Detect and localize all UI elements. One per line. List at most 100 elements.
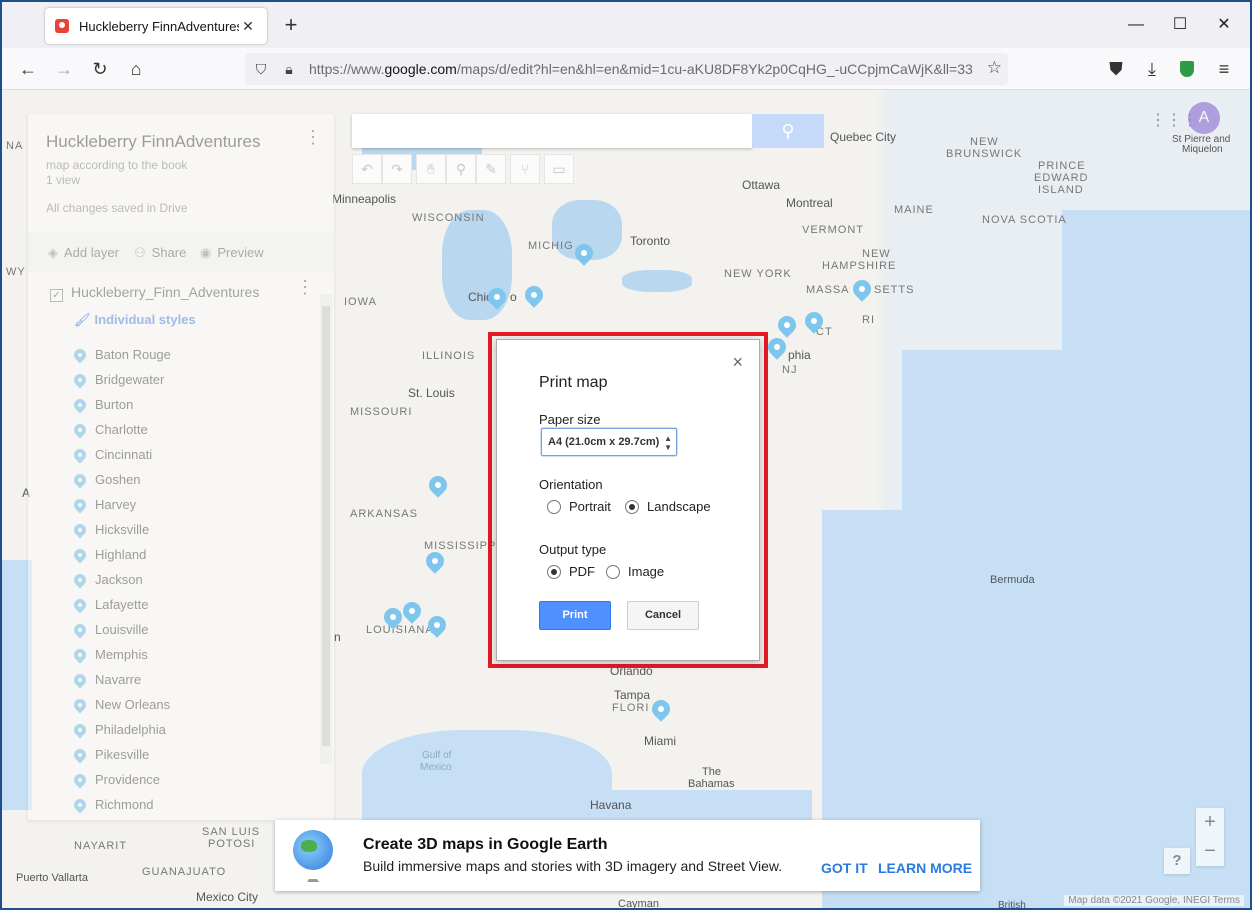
radio-button-selected[interactable]: [625, 499, 639, 514]
layer-header[interactable]: ✓ Huckleberry_Finn_Adventures: [50, 284, 259, 302]
share-button[interactable]: ⚇ Share: [134, 245, 186, 261]
layer-checkbox[interactable]: ✓: [50, 289, 63, 302]
bookmark-star-icon[interactable]: ☆: [987, 58, 1002, 78]
map-pin[interactable]: [425, 472, 451, 498]
map-description[interactable]: map according to the book: [46, 158, 187, 172]
tab-bar: Huckleberry FinnAdventures ✕ + — ☐ ✕: [2, 2, 1250, 48]
undo-icon[interactable]: ↶: [352, 154, 382, 184]
list-item[interactable]: Baton Rouge: [71, 342, 171, 367]
map-pin[interactable]: [422, 548, 448, 574]
map-label: EDWARD: [1034, 172, 1089, 184]
paper-size-label: Paper size: [539, 412, 601, 427]
list-item[interactable]: Providence: [71, 767, 171, 792]
map-label: GUANAJUATO: [142, 866, 227, 878]
map-attribution[interactable]: Map data ©2021 Google, INEGI Terms: [1064, 895, 1244, 906]
browser-tab[interactable]: Huckleberry FinnAdventures ✕: [45, 8, 267, 44]
forward-icon[interactable]: →: [52, 57, 76, 81]
window-close-button[interactable]: ✕: [1212, 14, 1236, 36]
reload-icon[interactable]: ↻: [88, 57, 112, 81]
panel-scrollbar[interactable]: [320, 294, 332, 764]
got-it-button[interactable]: GOT IT: [821, 860, 868, 876]
zoom-in-button[interactable]: +: [1196, 808, 1224, 837]
google-earth-banner: Create 3D maps in Google Earth Build imm…: [275, 820, 980, 891]
cancel-button[interactable]: Cancel: [627, 601, 699, 630]
map-label: WISCONSIN: [412, 212, 485, 224]
select-arrows-icon: ▲ ▼: [664, 434, 672, 452]
individual-styles-link[interactable]: 🖌︎ Individual styles: [74, 312, 196, 328]
marker-icon: [71, 471, 89, 488]
pdf-radio[interactable]: PDF: [547, 564, 595, 579]
redo-icon[interactable]: ↷: [382, 154, 412, 184]
map-pin[interactable]: [521, 282, 547, 308]
map-pin[interactable]: [399, 598, 425, 624]
menu-icon[interactable]: ≡: [1212, 57, 1236, 81]
url-text[interactable]: https://www.google.com/maps/d/edit?hl=en…: [309, 61, 974, 77]
new-tab-button[interactable]: +: [280, 14, 302, 36]
more-options-icon[interactable]: ⋮: [304, 128, 322, 146]
list-item[interactable]: Goshen: [71, 467, 171, 492]
zoom-out-button[interactable]: −: [1196, 837, 1224, 866]
image-radio[interactable]: Image: [606, 564, 664, 579]
minimize-button[interactable]: —: [1124, 14, 1148, 36]
lock-icon[interactable]: 🔒︎: [277, 61, 301, 78]
add-marker-icon[interactable]: ⚲: [446, 154, 476, 184]
maximize-button[interactable]: ☐: [1168, 14, 1192, 36]
directions-icon[interactable]: ⑂: [510, 154, 540, 184]
downloads-icon[interactable]: ⤓: [1140, 57, 1164, 81]
map-pin[interactable]: [774, 312, 800, 338]
hand-pan-icon[interactable]: ✋︎: [416, 154, 446, 184]
draw-line-icon[interactable]: ✎: [476, 154, 506, 184]
radio-button[interactable]: [547, 499, 561, 514]
list-item[interactable]: Navarre: [71, 667, 171, 692]
map-search-input[interactable]: [352, 114, 752, 148]
tab-close-icon[interactable]: ✕: [239, 18, 257, 35]
layer-options-icon[interactable]: ⋮: [296, 278, 314, 296]
map-pin[interactable]: [849, 276, 875, 302]
ruler-icon[interactable]: ▭: [544, 154, 574, 184]
learn-more-button[interactable]: LEARN MORE: [878, 860, 972, 876]
map-label: SETTS: [874, 284, 915, 296]
list-item[interactable]: Charlotte: [71, 417, 171, 442]
list-item[interactable]: Jackson: [71, 567, 171, 592]
dialog-close-button[interactable]: ×: [732, 352, 743, 373]
avatar[interactable]: A: [1188, 102, 1220, 134]
print-button[interactable]: Print: [539, 601, 611, 630]
map-label: Miquelon: [1182, 144, 1223, 155]
landscape-radio[interactable]: Landscape: [625, 499, 711, 514]
map-label: NEW: [862, 248, 891, 260]
add-layer-button[interactable]: ◈ Add layer: [48, 245, 119, 261]
back-icon[interactable]: ←: [16, 57, 40, 81]
preview-button[interactable]: ◉ Preview: [200, 245, 264, 261]
map-pin[interactable]: [764, 334, 790, 360]
paper-size-select[interactable]: A4 (21.0cm x 29.7cm) ▲ ▼: [541, 428, 677, 456]
list-item[interactable]: Louisville: [71, 617, 171, 642]
list-item[interactable]: Bridgewater: [71, 367, 171, 392]
tracking-shield-icon[interactable]: ⛉: [249, 61, 273, 78]
radio-button[interactable]: [606, 564, 620, 579]
map-title[interactable]: Huckleberry FinnAdventures: [46, 132, 260, 152]
list-item[interactable]: New Orleans: [71, 692, 171, 717]
add-person-icon: ⚇: [134, 245, 146, 260]
home-icon[interactable]: ⌂: [124, 57, 148, 81]
map-pin[interactable]: [648, 696, 674, 722]
list-item[interactable]: Highland: [71, 542, 171, 567]
list-item[interactable]: Philadelphia: [71, 717, 171, 742]
list-item[interactable]: Cincinnati: [71, 442, 171, 467]
map-label: IOWA: [344, 296, 377, 308]
portrait-radio[interactable]: Portrait: [547, 499, 611, 514]
list-item[interactable]: Memphis: [71, 642, 171, 667]
help-button[interactable]: ?: [1164, 848, 1190, 874]
list-item[interactable]: Hicksville: [71, 517, 171, 542]
pocket-icon[interactable]: ⛊: [1104, 57, 1128, 81]
list-item[interactable]: Harvey: [71, 492, 171, 517]
list-item[interactable]: Richmond: [71, 792, 171, 817]
extension-shield-icon[interactable]: [1180, 61, 1194, 77]
scrollbar-thumb[interactable]: [322, 306, 330, 746]
apps-grid-icon[interactable]: ⋮⋮⋮: [1150, 110, 1198, 129]
list-item[interactable]: Burton: [71, 392, 171, 417]
address-bar[interactable]: ⛉ 🔒︎ https://www.google.com/maps/d/edit?…: [245, 53, 1008, 85]
list-item[interactable]: Lafayette: [71, 592, 171, 617]
list-item[interactable]: Pikesville: [71, 742, 171, 767]
search-button[interactable]: ⚲: [752, 114, 824, 148]
radio-button-selected[interactable]: [547, 564, 561, 579]
